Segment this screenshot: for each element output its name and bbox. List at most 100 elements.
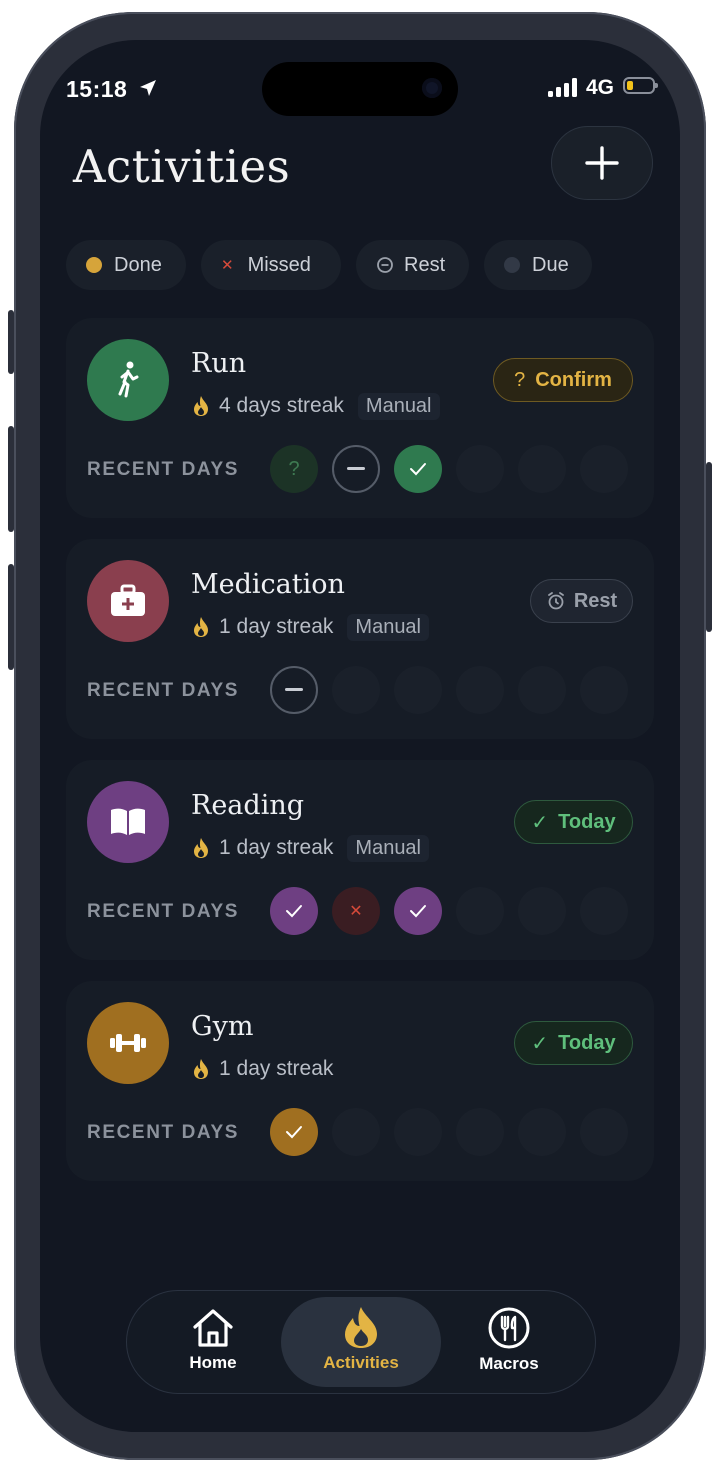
streak-text: 4 days streak — [219, 394, 344, 417]
confirm-label: Confirm — [535, 368, 612, 391]
day-empty — [332, 1108, 380, 1156]
legend-label: Due — [532, 253, 569, 276]
bottom-tab-bar: Home Activities Macros — [126, 1290, 596, 1394]
legend-rest: Rest — [356, 240, 469, 290]
activity-card-medication[interactable]: Medication 1 day streak Manual Rest RECE… — [66, 539, 654, 739]
day-empty — [394, 1108, 442, 1156]
tab-activities[interactable]: Activities — [281, 1297, 441, 1387]
recent-days-label: RECENT DAYS — [87, 459, 240, 480]
minus-icon — [347, 467, 365, 470]
flame-icon — [194, 617, 208, 637]
activity-meta: 1 day streak Manual — [193, 833, 430, 863]
day-done — [394, 445, 442, 493]
camera-lens — [422, 78, 442, 98]
recent-days-label: RECENT DAYS — [87, 901, 240, 922]
alarm-clock-icon — [547, 592, 564, 610]
check-icon: ✓ — [531, 811, 549, 834]
legend-label: Missed — [247, 253, 311, 276]
page-title: Activities — [73, 140, 291, 193]
day-missed: ✕ — [332, 887, 380, 935]
flame-icon — [194, 1059, 208, 1079]
rest-label: Rest — [573, 589, 618, 612]
day-empty — [518, 666, 566, 714]
today-label: Today — [558, 810, 616, 833]
day-empty — [580, 887, 628, 935]
rest-button[interactable]: Rest — [530, 579, 633, 623]
flame-icon — [194, 838, 208, 858]
check-icon — [410, 463, 426, 476]
day-empty — [456, 1108, 504, 1156]
activity-meta: 1 day streak — [193, 1054, 333, 1084]
recent-days-label: RECENT DAYS — [87, 1122, 240, 1143]
signal-bars-icon — [548, 78, 577, 97]
legend-done: Done — [66, 240, 186, 290]
day-done — [270, 1108, 318, 1156]
flame-icon — [345, 1307, 377, 1348]
day-empty — [518, 445, 566, 493]
action-button — [8, 310, 14, 374]
activity-name: Medication — [191, 569, 345, 600]
due-dot-icon — [504, 257, 520, 273]
legend-label: Done — [114, 253, 162, 276]
day-rest — [270, 666, 318, 714]
tracking-tag: Manual — [357, 392, 440, 420]
activity-card-reading[interactable]: Reading 1 day streak Manual ✓ Today RECE… — [66, 760, 654, 960]
day-empty — [456, 666, 504, 714]
day-empty — [456, 445, 504, 493]
tracking-tag: Manual — [347, 613, 430, 641]
status-bar: 15:18 4G — [40, 40, 680, 130]
day-empty — [394, 666, 442, 714]
legend-label: Rest — [404, 253, 446, 276]
day-done — [270, 887, 318, 935]
day-empty — [580, 1108, 628, 1156]
streak-text: 1 day streak — [219, 1057, 334, 1080]
tab-macros[interactable]: Macros — [435, 1297, 583, 1387]
legend-missed: ✕ Missed — [201, 240, 341, 290]
streak-text: 1 day streak — [219, 615, 334, 638]
day-empty — [580, 445, 628, 493]
confirm-button[interactable]: ? Confirm — [493, 358, 633, 402]
day-empty — [456, 887, 504, 935]
activity-meta: 1 day streak Manual — [193, 612, 430, 642]
tab-home[interactable]: Home — [139, 1297, 287, 1387]
day-done — [394, 887, 442, 935]
rest-minus-circle-icon — [377, 257, 393, 273]
day-empty — [518, 887, 566, 935]
battery-icon — [623, 77, 658, 94]
first-aid-kit-icon — [87, 560, 169, 642]
open-book-icon — [87, 781, 169, 863]
dumbbell-icon — [87, 1002, 169, 1084]
screen: 15:18 4G Activities Done ✕ Missed Rest D… — [40, 40, 680, 1432]
today-button[interactable]: ✓ Today — [514, 1021, 633, 1065]
power-button — [706, 462, 712, 632]
day-empty — [580, 666, 628, 714]
plus-icon — [585, 146, 619, 180]
activity-name: Reading — [191, 790, 304, 821]
add-activity-button[interactable] — [551, 126, 653, 200]
tab-label: Macros — [479, 1354, 539, 1373]
activity-card-run[interactable]: Run 4 days streak Manual ? Confirm RECEN… — [66, 318, 654, 518]
tab-label: Home — [189, 1353, 237, 1372]
check-icon — [286, 905, 302, 918]
activity-card-gym[interactable]: Gym 1 day streak ✓ Today RECENT DAYS — [66, 981, 654, 1181]
flame-icon — [194, 396, 208, 416]
check-icon — [286, 1126, 302, 1139]
check-icon: ✓ — [531, 1032, 549, 1055]
activity-name: Gym — [191, 1011, 254, 1042]
done-dot-icon — [86, 257, 102, 273]
day-rest — [332, 445, 380, 493]
streak-text: 1 day streak — [219, 836, 334, 859]
recent-days-label: RECENT DAYS — [87, 680, 240, 701]
tab-label: Activities — [323, 1353, 399, 1372]
question-icon: ? — [514, 368, 526, 391]
home-icon — [193, 1309, 233, 1347]
location-arrow-icon — [140, 80, 156, 96]
legend-due: Due — [484, 240, 592, 290]
volume-down-button — [8, 564, 14, 670]
missed-x-icon: ✕ — [221, 257, 234, 274]
today-button[interactable]: ✓ Today — [514, 800, 633, 844]
check-icon — [410, 905, 426, 918]
activity-meta: 4 days streak Manual — [193, 391, 440, 421]
day-empty — [332, 666, 380, 714]
activity-name: Run — [191, 348, 247, 379]
